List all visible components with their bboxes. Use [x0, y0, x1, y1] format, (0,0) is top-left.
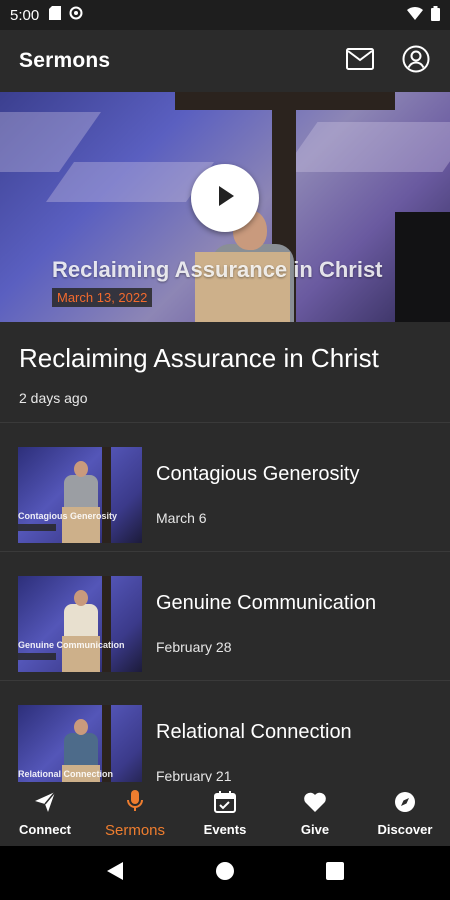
status-time: 5:00 [10, 6, 40, 24]
app-bar: Sermons [0, 30, 450, 92]
featured-sermon[interactable]: Reclaiming Assurance in Christ 2 days ag… [0, 322, 450, 423]
sermon-title: Genuine Communication [156, 592, 377, 614]
stage-equipment [395, 212, 450, 322]
paper-plane-icon [34, 791, 56, 818]
sermon-thumbnail: Contagious Generosity [18, 446, 142, 543]
battery-icon [431, 5, 440, 25]
sermon-list-item[interactable]: Contagious Generosity Contagious Generos… [0, 423, 450, 552]
sermon-date: February 21 [156, 768, 232, 782]
messages-button[interactable] [345, 46, 375, 76]
play-button[interactable] [191, 164, 259, 232]
bottom-nav: Connect Sermons Events Give Discover [0, 782, 450, 846]
video-overlay-date: March 13, 2022 [52, 288, 153, 307]
featured-title: Reclaiming Assurance in Christ [19, 343, 379, 373]
thumb-speaker [64, 603, 98, 640]
thumb-date-bar [18, 523, 56, 531]
nav-discover[interactable]: Discover [360, 782, 450, 846]
calendar-icon [214, 791, 236, 818]
sermon-title: Contagious Generosity [156, 463, 360, 485]
heart-icon [303, 791, 327, 818]
sermons-content: Reclaiming Assurance in Christ March 13,… [0, 92, 450, 782]
thumb-speaker-head [74, 460, 88, 477]
thumb-date-bar [18, 652, 56, 660]
system-nav-bar [0, 846, 450, 900]
thumb-cross [102, 446, 111, 543]
sermon-list-item[interactable]: Relational Connection Relational Connect… [0, 681, 450, 782]
thumb-speaker-head [74, 718, 88, 735]
thumb-caption: Contagious Generosity [18, 510, 118, 521]
backdrop-stripe [45, 162, 215, 202]
thumb-speaker-head [74, 589, 88, 606]
data-saver-icon [69, 6, 83, 24]
sermon-date: March 6 [156, 510, 207, 526]
home-button[interactable] [215, 861, 235, 886]
nav-give[interactable]: Give [270, 782, 360, 846]
nav-connect[interactable]: Connect [0, 782, 90, 846]
nav-label: Give [300, 822, 330, 837]
sermon-list-item[interactable]: Genuine Communication Genuine Communicat… [0, 552, 450, 681]
featured-video[interactable]: Reclaiming Assurance in Christ March 13,… [0, 92, 450, 322]
compass-icon [394, 791, 416, 818]
thumb-cross [102, 575, 111, 672]
play-icon [214, 184, 236, 213]
featured-meta: 2 days ago [19, 390, 88, 406]
recents-button[interactable] [326, 861, 345, 885]
backdrop-stripe [282, 122, 450, 172]
nav-sermons[interactable]: Sermons [90, 782, 180, 846]
user-icon [402, 45, 430, 78]
nav-events[interactable]: Events [180, 782, 270, 846]
page-title: Sermons [19, 49, 111, 72]
thumb-speaker [64, 732, 98, 769]
video-overlay-title: Reclaiming Assurance in Christ [52, 257, 383, 282]
thumb-speaker [64, 474, 98, 511]
nav-label: Sermons [104, 822, 166, 839]
sd-card-icon [49, 6, 62, 24]
nav-label: Events [203, 822, 247, 837]
sermon-thumbnail: Relational Connection [18, 704, 142, 782]
wifi-icon [407, 6, 423, 24]
nav-label: Connect [19, 822, 71, 837]
sermon-thumbnail: Genuine Communication [18, 575, 142, 672]
back-button[interactable] [106, 861, 124, 886]
status-bar: 5:00 [0, 0, 450, 30]
sermon-title: Relational Connection [156, 721, 352, 743]
sermon-date: February 28 [156, 639, 232, 655]
profile-button[interactable] [401, 45, 431, 78]
thumb-caption: Relational Connection [18, 768, 114, 779]
microphone-icon [126, 789, 144, 818]
thumb-caption: Genuine Communication [18, 639, 125, 650]
nav-label: Discover [377, 822, 433, 837]
sermon-list: Contagious Generosity Contagious Generos… [0, 423, 450, 782]
mail-icon [346, 47, 374, 75]
